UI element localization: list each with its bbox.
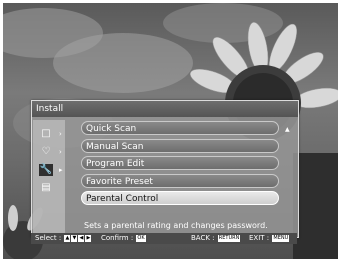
menu-item-manual-scan[interactable]: Manual Scan: [81, 138, 279, 153]
arrow-down-icon: ▼: [71, 234, 78, 242]
category-icon-column: □ › ♡ › 🔧 ▸ ▤: [33, 120, 65, 234]
back-label: BACK :: [191, 234, 215, 242]
wrench-icon[interactable]: 🔧: [39, 164, 53, 176]
menu-item-quick-scan[interactable]: Quick Scan: [81, 121, 279, 135]
menu-key: MENU: [272, 234, 290, 242]
scroll-up-icon[interactable]: ▲: [285, 126, 290, 133]
arrow-up-icon: ▲: [64, 234, 71, 242]
select-label: Select :: [35, 234, 62, 242]
item-description: Sets a parental rating and changes passw…: [84, 221, 268, 230]
install-menu-panel: Install □ › ♡ › 🔧 ▸ ▤ Quick Scan Manual …: [31, 100, 299, 238]
ok-key: OK: [136, 234, 146, 242]
menu-item-program-edit[interactable]: Program Edit: [81, 156, 279, 170]
chevron-right-icon: ›: [59, 148, 62, 156]
toolbox-icon[interactable]: ▤: [39, 182, 53, 194]
return-key: RETURN: [217, 234, 241, 242]
confirm-hint: Confirm : OK: [101, 233, 146, 244]
menu-list: Quick Scan Manual Scan Program Edit Favo…: [81, 121, 279, 209]
menu-item-parental-control[interactable]: Parental Control: [81, 191, 279, 205]
arrow-right-icon: ▶: [85, 234, 92, 242]
chevron-right-icon: ›: [59, 130, 62, 138]
help-bar: Select : ▲ ▼ ◀ ▶ Confirm : OK BACK : RETURN…: [31, 233, 297, 244]
chevron-right-icon: ▸: [59, 166, 63, 174]
menu-item-favorite-preset[interactable]: Favorite Preset: [81, 173, 279, 188]
tv-icon[interactable]: □: [39, 128, 53, 140]
confirm-label: Confirm :: [101, 234, 134, 242]
exit-hint: EXIT : MENU: [249, 233, 290, 244]
panel-title: Install: [32, 101, 298, 117]
exit-label: EXIT :: [249, 234, 270, 242]
back-hint: BACK : RETURN: [191, 233, 241, 244]
select-hint: Select : ▲ ▼ ◀ ▶: [35, 233, 92, 244]
arrow-left-icon: ◀: [78, 234, 85, 242]
heart-icon[interactable]: ♡: [39, 146, 53, 158]
